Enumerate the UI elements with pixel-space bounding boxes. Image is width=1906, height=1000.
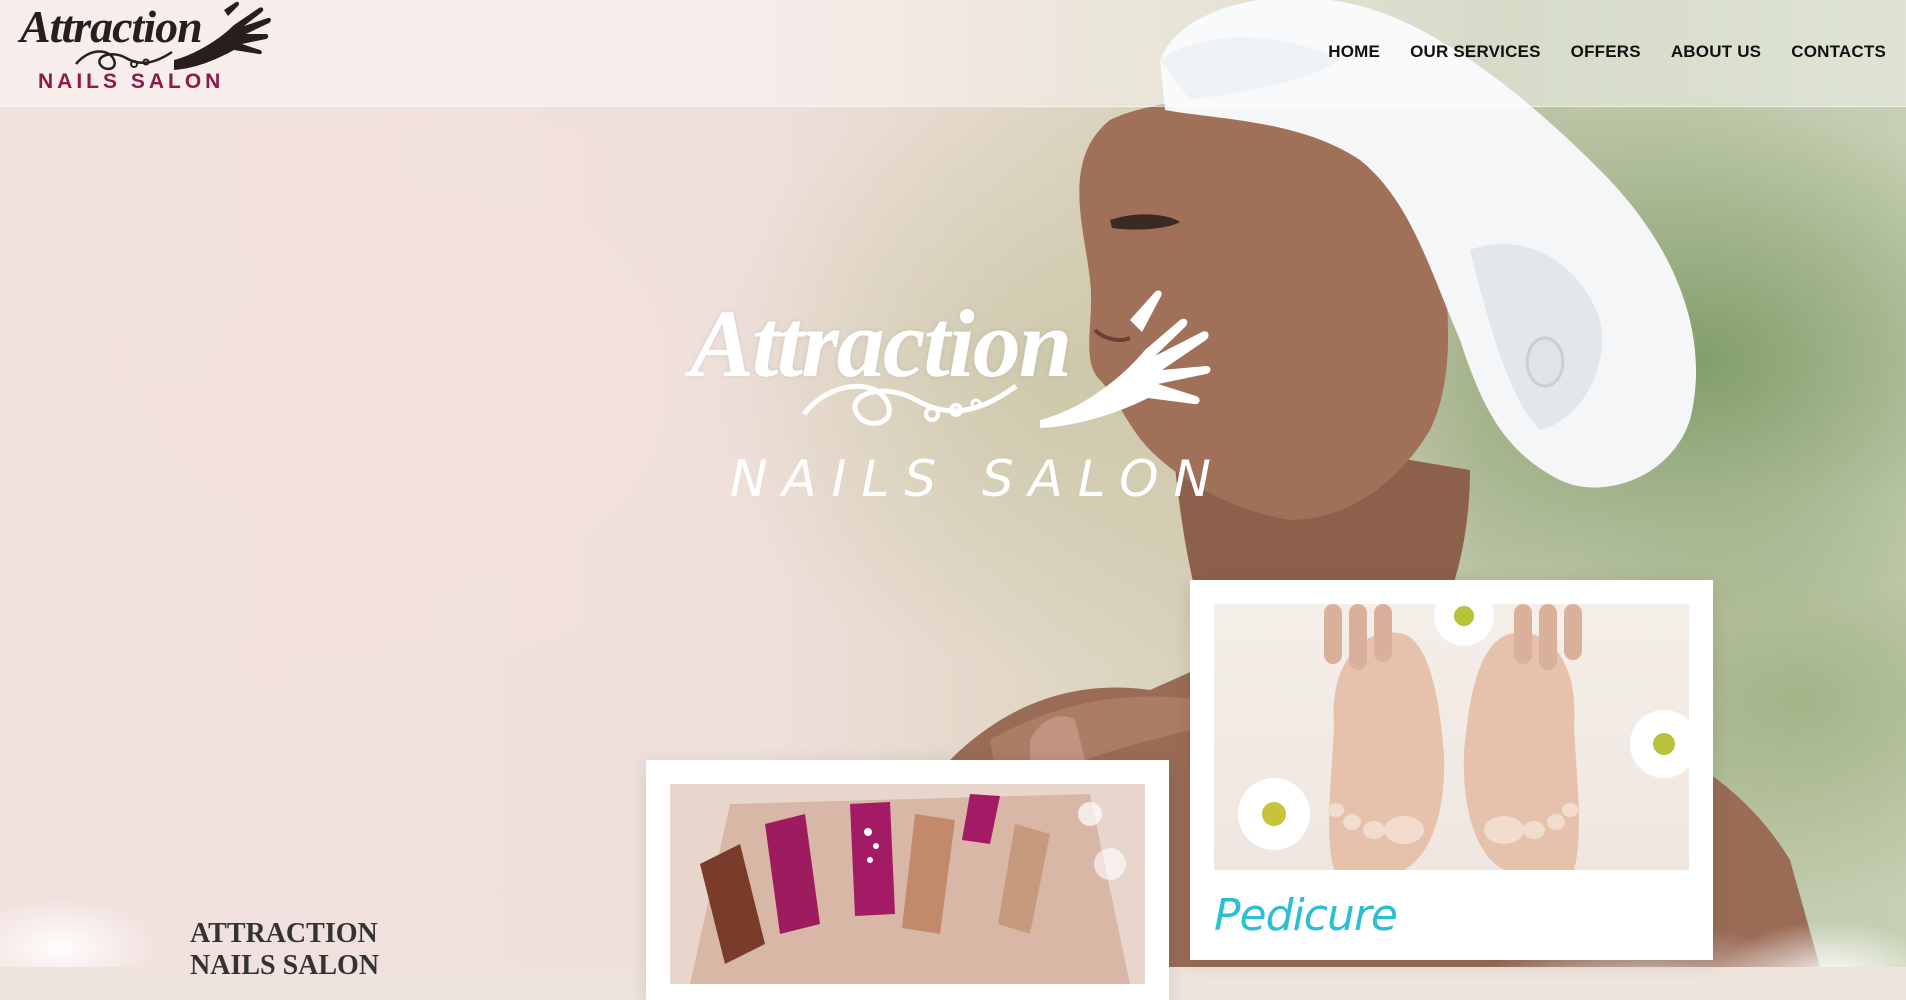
site-header: Attraction NAILS SALON HOME OUR SERVICES… [0, 0, 1906, 107]
manicure-nails-image [670, 784, 1145, 984]
logo-subtitle: NAILS SALON [38, 70, 225, 93]
nav-about-us[interactable]: ABOUT US [1671, 42, 1761, 62]
hero-logo: Attraction NAILS SALON [680, 280, 1240, 510]
swirl-ornament-icon [802, 383, 1018, 426]
section-heading: ATTRACTION NAILS SALON [190, 918, 450, 982]
hand-icon [174, 1, 271, 70]
nav-contacts[interactable]: CONTACTS [1791, 42, 1886, 62]
main-nav: HOME OUR SERVICES OFFERS ABOUT US CONTAC… [1328, 42, 1886, 62]
hand-icon [1040, 290, 1211, 428]
service-card-manicure[interactable] [646, 760, 1169, 1000]
hero-logo-subtitle: NAILS SALON [730, 450, 1226, 508]
pedicure-photo [1214, 604, 1689, 870]
card-title-pedicure: Pedicure [1214, 890, 1398, 941]
section-heading-line2: NAILS SALON [190, 950, 380, 981]
nav-offers[interactable]: OFFERS [1571, 42, 1641, 62]
feet-with-daisies-image [1238, 604, 1689, 870]
manicure-photo [670, 784, 1145, 984]
nav-home[interactable]: HOME [1328, 42, 1380, 62]
site-logo[interactable]: Attraction NAILS SALON [14, 0, 271, 100]
swirl-ornament-icon [75, 50, 173, 71]
daisy-icon [1238, 604, 1689, 850]
section-heading-line1: ATTRACTION [190, 918, 378, 949]
service-card-pedicure[interactable]: Pedicure [1190, 580, 1713, 960]
nav-our-services[interactable]: OUR SERVICES [1410, 42, 1541, 62]
